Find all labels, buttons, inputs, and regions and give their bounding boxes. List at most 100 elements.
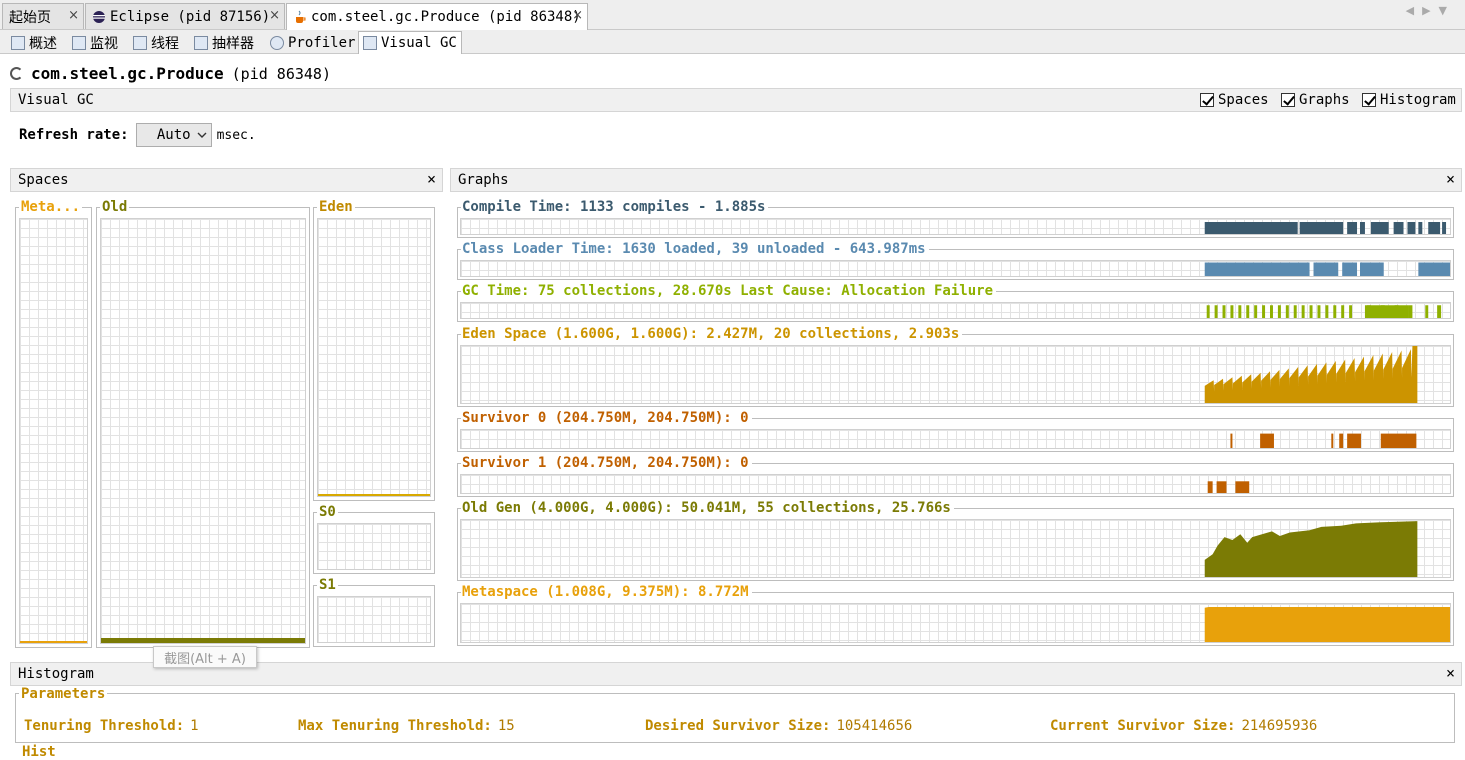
tab-label: 线程 bbox=[151, 35, 179, 52]
compile-activity-bar bbox=[1360, 222, 1365, 234]
tab-profiler[interactable]: Profiler bbox=[265, 31, 360, 54]
gc-activity-bar bbox=[1246, 305, 1250, 318]
graphs-checkbox[interactable]: Graphs bbox=[1281, 92, 1350, 108]
graph-plot bbox=[1204, 262, 1450, 276]
monitor-icon bbox=[72, 35, 86, 50]
gc-activity-bar bbox=[1262, 305, 1266, 318]
gc-activity-bar bbox=[1408, 305, 1413, 318]
parameters-box: Parameters Tenuring Threshold: 1 Max Tenu… bbox=[15, 686, 1455, 743]
survivor1-usage-bar bbox=[1235, 481, 1250, 493]
view-tab-bar: 概述 监视 线程 抽样器 Profiler Visual GC bbox=[0, 30, 1465, 54]
classload-activity-bar bbox=[1313, 262, 1339, 276]
checkbox-checked-icon[interactable] bbox=[1281, 93, 1295, 107]
gc-activity-bar bbox=[1425, 305, 1429, 318]
refresh-rate-unit: msec. bbox=[216, 127, 256, 143]
graph-label: Compile Time: 1133 compiles - 1.885s bbox=[461, 199, 769, 215]
refresh-rate-value: Auto bbox=[156, 127, 191, 143]
survivor0-usage-bar bbox=[1339, 433, 1344, 448]
param-desired-survivor-size: Desired Survivor Size: 105414656 bbox=[645, 718, 912, 734]
graph-old-gen: Old Gen (4.000G, 4.000G): 50.041M, 55 co… bbox=[457, 500, 1454, 581]
space-canvas bbox=[317, 523, 431, 570]
close-icon[interactable]: × bbox=[1446, 664, 1455, 682]
gc-activity-bar bbox=[1341, 305, 1345, 318]
graph-label: Class Loader Time: 1630 loaded, 39 unloa… bbox=[461, 241, 929, 257]
graph-canvas bbox=[460, 519, 1451, 578]
tab-produce[interactable]: com.steel.gc.Produce (pid 86348) × bbox=[286, 3, 588, 30]
tab-monitor[interactable]: 监视 bbox=[67, 31, 123, 54]
graph-plot bbox=[1206, 305, 1442, 318]
gc-activity-bar bbox=[1222, 305, 1226, 318]
compile-activity-bar bbox=[1442, 222, 1447, 234]
tab-label: Visual GC bbox=[381, 35, 457, 51]
tab-label: com.steel.gc.Produce (pid 86348) bbox=[311, 9, 581, 25]
space-label: Old bbox=[100, 199, 130, 215]
screenshot-tooltip: 截图(Alt + A) bbox=[153, 646, 257, 668]
compile-activity-bar bbox=[1370, 222, 1389, 234]
space-usage-fill bbox=[20, 640, 87, 643]
tab-overview[interactable]: 概述 bbox=[6, 31, 62, 54]
gc-activity-bar bbox=[1285, 305, 1289, 318]
java-cup-icon bbox=[293, 10, 307, 24]
histogram-checkbox[interactable]: Histogram bbox=[1362, 92, 1456, 108]
space-usage-fill bbox=[101, 637, 305, 643]
space-label: Eden bbox=[317, 199, 355, 215]
spaces-checkbox[interactable]: Spaces bbox=[1200, 92, 1269, 108]
space-canvas bbox=[317, 218, 431, 497]
survivor1-usage-bar bbox=[1216, 481, 1227, 493]
param-value: 15 bbox=[497, 718, 515, 734]
checkbox-label: Histogram bbox=[1380, 92, 1456, 108]
tab-label: Eclipse (pid 87156) bbox=[110, 8, 271, 25]
graph-survivor-1: Survivor 1 (204.750M, 204.750M): 0 bbox=[457, 455, 1454, 497]
tab-label: 概述 bbox=[29, 35, 57, 52]
compile-activity-bar bbox=[1204, 222, 1298, 234]
param-key: Max Tenuring Threshold: bbox=[298, 718, 492, 734]
param-tenuring-threshold: Tenuring Threshold: 1 bbox=[24, 718, 199, 734]
graph-plot bbox=[1204, 607, 1450, 642]
gc-activity-bar bbox=[1317, 305, 1321, 318]
gc-activity-bar bbox=[1325, 305, 1329, 318]
graph-plot bbox=[1204, 346, 1418, 403]
close-icon[interactable]: × bbox=[427, 170, 436, 188]
survivor1-usage-bar bbox=[1207, 481, 1213, 493]
close-icon[interactable]: × bbox=[68, 8, 79, 23]
metaspace-usage-area bbox=[1204, 607, 1450, 642]
checkbox-checked-icon[interactable] bbox=[1362, 93, 1376, 107]
param-value: 105414656 bbox=[836, 718, 913, 734]
process-title: com.steel.gc.Produce (pid 86348) bbox=[10, 64, 331, 83]
threads-icon bbox=[133, 35, 147, 50]
process-pid: (pid 86348) bbox=[231, 64, 331, 83]
param-max-tenuring-threshold: Max Tenuring Threshold: 15 bbox=[298, 718, 515, 734]
checkbox-label: Graphs bbox=[1299, 92, 1350, 108]
histogram-section-label: Hist bbox=[22, 744, 56, 760]
tab-nav-arrows[interactable]: ◀▶▼ bbox=[1406, 4, 1455, 17]
refresh-rate-select[interactable]: Auto bbox=[135, 123, 212, 147]
gc-activity-bar bbox=[1364, 305, 1409, 318]
space-old: Old bbox=[96, 199, 310, 648]
graph-gc-time: GC Time: 75 collections, 28.670s Last Ca… bbox=[457, 283, 1454, 322]
classload-activity-bar bbox=[1342, 262, 1358, 276]
close-icon[interactable]: × bbox=[269, 8, 280, 23]
spaces-panel-title: Spaces bbox=[18, 172, 69, 188]
process-name: com.steel.gc.Produce bbox=[31, 64, 224, 83]
close-icon[interactable]: × bbox=[1446, 170, 1455, 188]
param-key: Desired Survivor Size: bbox=[645, 718, 831, 734]
tab-label: 监视 bbox=[90, 35, 118, 52]
close-icon[interactable]: × bbox=[572, 8, 583, 23]
graph-metaspace: Metaspace (1.008G, 9.375M): 8.772M bbox=[457, 584, 1454, 646]
tab-threads[interactable]: 线程 bbox=[128, 31, 184, 54]
tab-visual-gc[interactable]: Visual GC bbox=[358, 31, 462, 54]
space-eden: Eden bbox=[313, 199, 435, 501]
sampler-icon bbox=[194, 35, 208, 50]
gc-activity-bar bbox=[1206, 305, 1210, 318]
checkbox-checked-icon[interactable] bbox=[1200, 93, 1214, 107]
gc-activity-bar bbox=[1437, 305, 1442, 318]
tab-label: 起始页 bbox=[9, 9, 51, 26]
compile-activity-bar bbox=[1407, 222, 1416, 234]
space-canvas bbox=[317, 596, 431, 643]
tab-start-page[interactable]: 起始页 × bbox=[2, 3, 84, 29]
gc-activity-bar bbox=[1214, 305, 1218, 318]
tab-eclipse[interactable]: Eclipse (pid 87156) × bbox=[85, 3, 285, 29]
graph-plot bbox=[1207, 481, 1250, 493]
space-metaspace: Meta... bbox=[15, 199, 92, 648]
tab-sampler[interactable]: 抽样器 bbox=[189, 31, 259, 54]
